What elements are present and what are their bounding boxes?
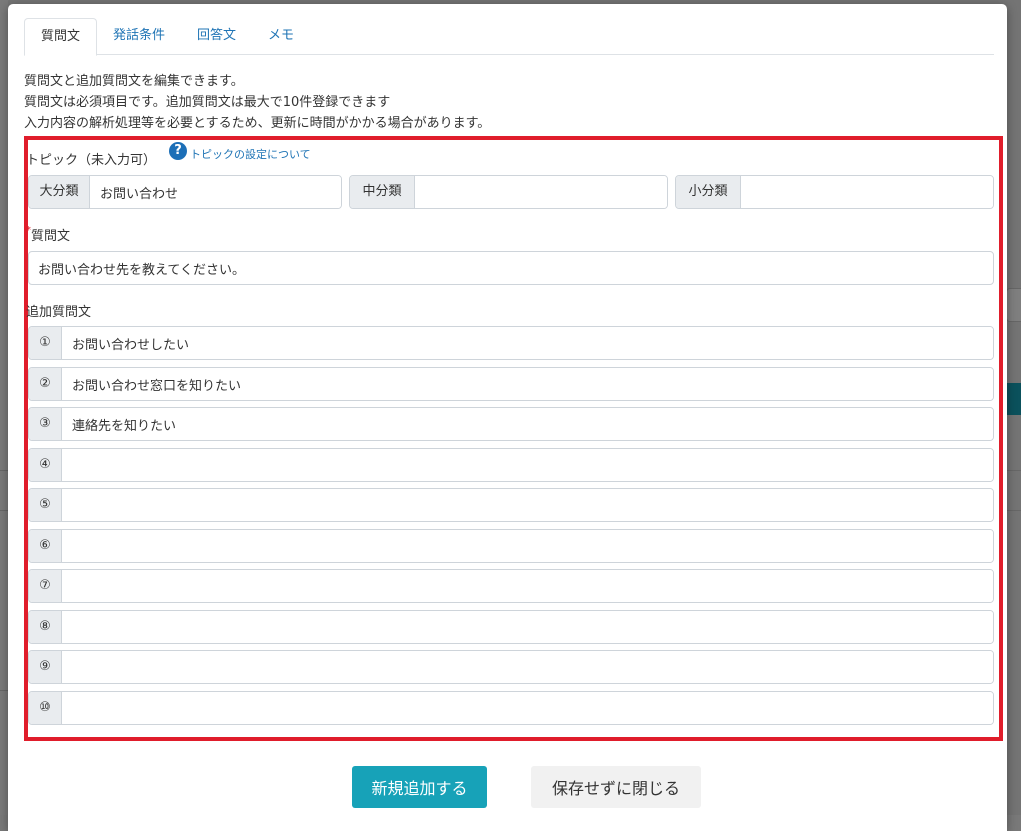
tab-utterance-condition[interactable]: 発話条件 <box>97 18 181 55</box>
additional-question-row: ③ <box>28 407 994 441</box>
question-label: *質問文 <box>26 225 70 244</box>
additional-question-input[interactable] <box>62 611 993 643</box>
row-number: ⑤ <box>29 489 62 521</box>
additional-question-input[interactable] <box>62 449 993 481</box>
row-number: ⑦ <box>29 570 62 602</box>
row-number: ⑩ <box>29 692 62 724</box>
topic-medium-label: 中分類 <box>350 176 415 208</box>
additional-question-input[interactable] <box>62 408 993 440</box>
topic-large-label: 大分類 <box>29 176 90 208</box>
row-number: ④ <box>29 449 62 481</box>
tab-bar: 質問文 発話条件 回答文 メモ <box>24 18 994 56</box>
additional-question-row: ⑨ <box>28 650 994 684</box>
row-number: ⑧ <box>29 611 62 643</box>
question-input[interactable] <box>28 251 994 285</box>
additional-question-input[interactable] <box>62 651 993 683</box>
additional-question-row: ① <box>28 326 994 360</box>
topic-large-input[interactable] <box>90 176 341 208</box>
topic-small-group: 小分類 <box>675 175 994 209</box>
question-label-text: 質問文 <box>31 229 71 244</box>
topic-small-label: 小分類 <box>676 176 741 208</box>
additional-question-label: 追加質問文 <box>26 305 92 320</box>
topic-medium-input[interactable] <box>415 176 667 208</box>
question-circle-icon[interactable]: ? <box>169 142 187 160</box>
additional-question-input[interactable] <box>62 692 993 724</box>
tab-memo[interactable]: メモ <box>252 18 310 55</box>
close-without-saving-button[interactable]: 保存せずに閉じる <box>531 766 701 808</box>
additional-question-input[interactable] <box>62 489 993 521</box>
row-number: ⑨ <box>29 651 62 683</box>
additional-question-row: ⑩ <box>28 691 994 725</box>
topic-small-input[interactable] <box>741 176 993 208</box>
tab-answer[interactable]: 回答文 <box>181 18 252 55</box>
row-number: ⑥ <box>29 530 62 562</box>
additional-question-input[interactable] <box>62 570 993 602</box>
additional-question-input[interactable] <box>62 327 993 359</box>
tab-question[interactable]: 質問文 <box>24 18 98 56</box>
topic-large-group: 大分類 <box>28 175 342 209</box>
topic-help-link[interactable]: トピックの設定について <box>190 146 311 162</box>
additional-question-row: ⑤ <box>28 488 994 522</box>
description-line: 入力内容の解析処理等を必要とするため、更新に時間がかかる場合があります。 <box>24 116 491 131</box>
topic-label: トピック（未入力可） <box>26 153 157 168</box>
row-number: ③ <box>29 408 62 440</box>
additional-question-row: ② <box>28 367 994 401</box>
additional-question-row: ⑥ <box>28 529 994 563</box>
additional-question-input[interactable] <box>62 368 993 400</box>
description-text: 質問文と追加質問文を編集できます。 質問文は必須項目です。追加質問文は最大で10… <box>24 71 490 134</box>
add-new-button[interactable]: 新規追加する <box>352 766 487 808</box>
description-line: 質問文は必須項目です。追加質問文は最大で10件登録できます <box>24 95 391 110</box>
edit-question-modal: 質問文 発話条件 回答文 メモ 質問文と追加質問文を編集できます。 質問文は必須… <box>8 4 1007 831</box>
row-number: ② <box>29 368 62 400</box>
additional-question-row: ⑧ <box>28 610 994 644</box>
row-number: ① <box>29 327 62 359</box>
description-line: 質問文と追加質問文を編集できます。 <box>24 74 244 89</box>
additional-question-row: ④ <box>28 448 994 482</box>
additional-question-row: ⑦ <box>28 569 994 603</box>
topic-medium-group: 中分類 <box>349 175 668 209</box>
additional-question-input[interactable] <box>62 530 993 562</box>
